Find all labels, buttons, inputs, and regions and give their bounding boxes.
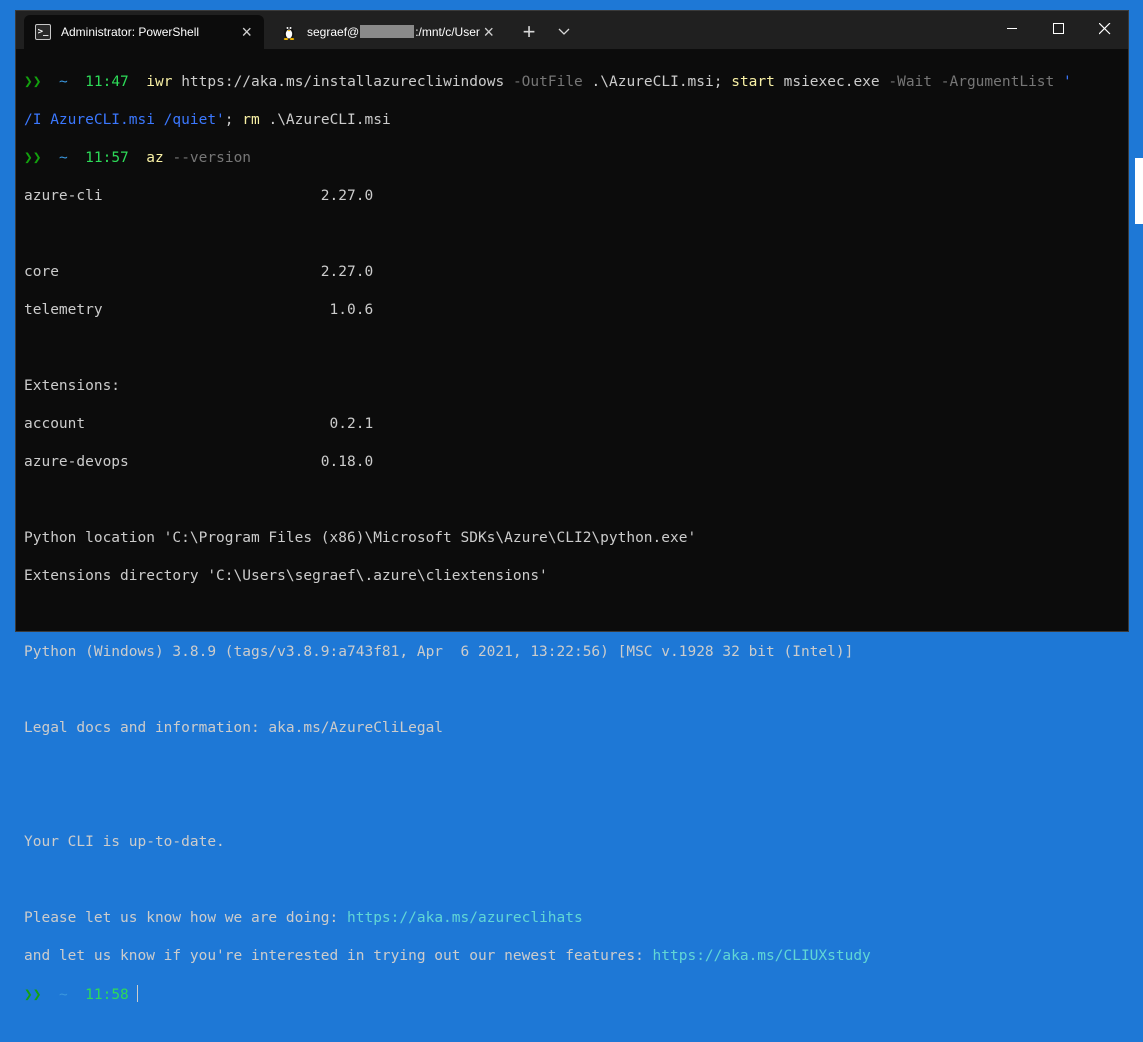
command-arg: https://aka.ms/installazurecliwindows — [181, 74, 505, 90]
prompt-line-1: ❯❯ ~ 11:47 iwr https://aka.ms/installazu… — [24, 73, 1128, 92]
prompt-line-3: ❯❯ ~ 11:58 — [24, 985, 1128, 1004]
prompt-line-1-wrap: /I AzureCLI.msi /quiet'; rm .\AzureCLI.m… — [24, 111, 1128, 130]
string-literal: ' — [1063, 74, 1072, 90]
output-line: Python (Windows) 3.8.9 (tags/v3.8.9:a743… — [24, 644, 854, 660]
output-line: azure-cli 2.27.0 — [24, 188, 374, 204]
command-param: -OutFile — [512, 74, 583, 90]
terminal-window: >_ Administrator: PowerShell × segraef@:… — [15, 10, 1129, 1003]
output-line: core 2.27.0 — [24, 264, 374, 280]
prompt-glyph: ❯❯ — [24, 987, 42, 1003]
command: az — [146, 150, 164, 166]
command-arg: .\AzureCLI.msi — [268, 112, 391, 128]
output-line: Your CLI is up-to-date. — [24, 834, 225, 850]
prompt-path: ~ — [58, 74, 68, 90]
tab-linux[interactable]: segraef@:/mnt/c/User × — [270, 15, 506, 49]
maximize-icon[interactable] — [1036, 11, 1082, 47]
terminal-output[interactable]: ❯❯ ~ 11:47 iwr https://aka.ms/installazu… — [24, 54, 1128, 1003]
prompt-time: 11:58 — [85, 987, 129, 1003]
string-literal: /I AzureCLI.msi /quiet' — [24, 112, 225, 128]
command: rm — [242, 112, 260, 128]
tab-label: segraef@:/mnt/c/User — [307, 25, 480, 39]
new-tab-icon[interactable]: + — [516, 19, 542, 45]
prompt-time: 11:47 — [85, 74, 129, 90]
prompt-line-2: ❯❯ ~ 11:57 az --version — [24, 149, 1128, 168]
output-line: Extensions: — [24, 378, 121, 394]
close-tab-icon[interactable]: × — [241, 23, 252, 41]
tab-label: Administrator: PowerShell — [61, 25, 200, 39]
output-line: azure-devops 0.18.0 — [24, 454, 374, 470]
output-line: Legal docs and information: aka.ms/Azure… — [24, 720, 444, 736]
feedback-text: Please let us know how we are doing: — [24, 910, 348, 926]
output-line: telemetry 1.0.6 — [24, 302, 374, 318]
tab-powershell[interactable]: >_ Administrator: PowerShell × — [24, 15, 264, 49]
minimize-icon[interactable] — [990, 11, 1036, 47]
feedback-text: and let us know if you're interested in … — [24, 948, 653, 964]
feedback-line-2: and let us know if you're interested in … — [24, 947, 1128, 966]
desktop-edge-element — [1135, 158, 1143, 224]
command-param: -ArgumentList — [940, 74, 1055, 90]
output-line: account 0.2.1 — [24, 416, 374, 432]
feedback-link[interactable]: https://aka.ms/azureclihats — [347, 910, 583, 926]
close-icon[interactable] — [1082, 11, 1128, 47]
close-tab-icon[interactable]: × — [483, 23, 494, 41]
output-line: Extensions directory 'C:\Users\segraef\.… — [24, 568, 548, 584]
output-line: Python location 'C:\Program Files (x86)\… — [24, 530, 697, 546]
prompt-glyph: ❯❯ — [24, 150, 42, 166]
command-arg: msiexec.exe — [783, 74, 880, 90]
chevron-down-icon[interactable] — [551, 19, 577, 45]
command-separator: ; — [224, 112, 234, 128]
command-param: -Wait — [888, 74, 933, 90]
command-arg: .\AzureCLI.msi; — [591, 74, 723, 90]
prompt-path: ~ — [58, 987, 68, 1003]
text-cursor — [136, 985, 138, 1002]
prompt-time: 11:57 — [85, 150, 129, 166]
command: start — [731, 74, 775, 90]
powershell-icon: >_ — [35, 24, 51, 40]
prompt-path: ~ — [58, 150, 68, 166]
redacted-block — [360, 25, 415, 38]
command-param: --version — [172, 150, 252, 166]
prompt-glyph: ❯❯ — [24, 74, 42, 90]
feedback-line-1: Please let us know how we are doing: htt… — [24, 909, 1128, 928]
command: iwr — [146, 74, 173, 90]
title-bar: >_ Administrator: PowerShell × segraef@:… — [16, 11, 1128, 49]
linux-penguin-icon — [281, 24, 297, 40]
feedback-link[interactable]: https://aka.ms/CLIUXstudy — [653, 948, 871, 964]
